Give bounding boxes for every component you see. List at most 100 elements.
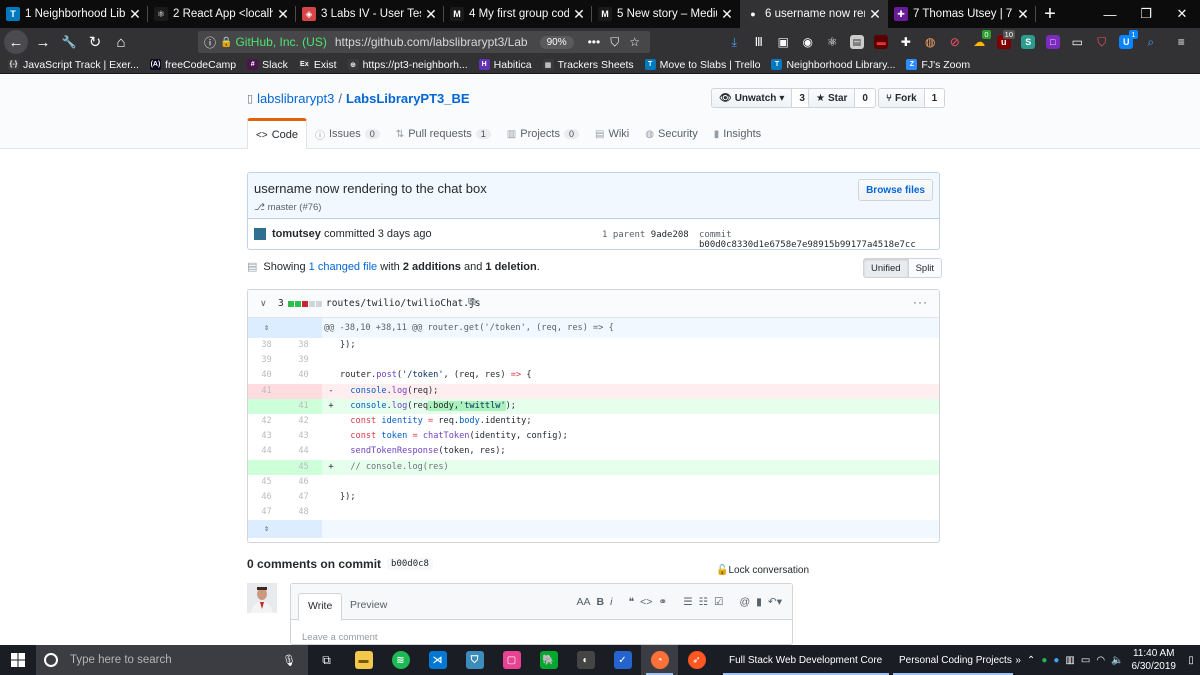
repo-tab-issues[interactable]: ⓘ Issues 0 xyxy=(307,119,388,149)
repo-tab-security[interactable]: ◍ Security xyxy=(637,119,705,149)
line-number-old[interactable]: 40 xyxy=(248,368,285,383)
bitwarden-button[interactable]: ⛉ xyxy=(456,645,493,675)
star-count[interactable]: 0 xyxy=(855,88,876,108)
sidebar-icon[interactable]: ▣ xyxy=(771,28,796,56)
clock[interactable]: 11:40 AM 6/30/2019 xyxy=(1126,647,1183,673)
line-number-new[interactable]: 48 xyxy=(285,505,322,520)
file-explorer-button[interactable]: ▬ xyxy=(345,645,382,675)
line-number-new[interactable]: 44 xyxy=(285,444,322,459)
evernote-button[interactable]: 🐘 xyxy=(530,645,567,675)
line-number-new[interactable]: 43 xyxy=(285,429,322,444)
search-icon[interactable]: ⌕ xyxy=(1139,28,1164,56)
line-number-new[interactable]: 38 xyxy=(285,338,322,353)
repo-tab-code[interactable]: <> Code xyxy=(247,118,307,149)
repo-tab-projects[interactable]: ▥ Projects 0 xyxy=(499,119,587,149)
start-button[interactable] xyxy=(0,645,36,675)
line-number-old[interactable]: 44 xyxy=(248,444,285,459)
restore-button[interactable]: ❐ xyxy=(1128,0,1164,28)
close-tab-icon[interactable]: ✕ xyxy=(868,6,882,23)
parent-sha-link[interactable]: 9ade208 xyxy=(651,230,689,240)
pocket-icon[interactable]: ⛉ xyxy=(610,35,619,50)
comment-textarea[interactable]: Leave a comment xyxy=(302,632,378,643)
extension-globe-icon[interactable]: ◍ xyxy=(918,28,943,56)
page-actions-icon[interactable]: ••• xyxy=(588,35,601,49)
repo-owner-link[interactable]: labslibrarypt3 xyxy=(257,91,334,106)
tray-app-icon[interactable]: ▥ xyxy=(1065,655,1074,666)
copy-path-icon[interactable]: ⧉ xyxy=(468,296,476,309)
spotify-button[interactable]: ≋ xyxy=(382,645,419,675)
line-number-new[interactable]: 39 xyxy=(285,353,322,368)
home-button[interactable]: ⌂ xyxy=(108,29,134,55)
close-tab-icon[interactable]: ✕ xyxy=(720,6,734,23)
taskbar-window-1[interactable]: Full Stack Web Development Core xyxy=(721,645,891,675)
firefox-button[interactable]: ◔ xyxy=(641,645,678,675)
bookmark-item[interactable]: Z FJ's Zoom xyxy=(906,59,970,71)
bookmark-item[interactable]: {-} JavaScript Track | Exer... xyxy=(8,59,139,71)
close-tab-icon[interactable]: ✕ xyxy=(1016,6,1030,23)
user-avatar[interactable] xyxy=(247,583,277,613)
star-button[interactable]: ★ Star xyxy=(808,88,856,108)
code-icon[interactable]: <> xyxy=(640,596,652,608)
network-tray-icon[interactable]: ● xyxy=(1053,655,1059,666)
close-window-button[interactable]: ✕ xyxy=(1164,0,1200,28)
bookmark-star-icon[interactable]: ☆ xyxy=(629,35,640,49)
branch-name[interactable]: master xyxy=(268,202,297,213)
battery-icon[interactable]: ▭ xyxy=(1081,655,1090,666)
spotify-tray-icon[interactable]: ● xyxy=(1041,655,1047,666)
line-number-new[interactable]: 40 xyxy=(285,368,322,383)
bookmark-item[interactable]: ▦ Trackers Sheets xyxy=(542,59,634,71)
bookmark-item[interactable]: Ex Exist xyxy=(298,59,337,71)
tasks-button[interactable]: ✓ xyxy=(604,645,641,675)
back-button[interactable]: ← xyxy=(4,30,28,54)
browser-tab[interactable]: ◈ 3 Labs IV - User Testing✕ xyxy=(296,0,444,28)
line-number-old[interactable]: 47 xyxy=(248,505,285,520)
task-view-button[interactable]: ⧉ xyxy=(308,645,345,675)
file-options-icon[interactable]: ··· xyxy=(913,295,928,309)
browser-tab[interactable]: M 4 My first group coding✕ xyxy=(444,0,592,28)
extension-react-icon[interactable]: ⚛ xyxy=(820,28,845,56)
saved-reply-bookmark-icon[interactable]: ▮ xyxy=(756,596,762,608)
taskbar-window-2[interactable]: Personal Coding Projects xyxy=(891,645,1015,675)
bookmark-item[interactable]: (A) freeCodeCamp xyxy=(149,59,236,71)
pink-app-button[interactable]: ▢ xyxy=(493,645,530,675)
extension-calendar-icon[interactable]: ▤ xyxy=(845,28,870,56)
header-text-icon[interactable]: AA xyxy=(577,596,591,608)
menu-icon[interactable]: ≡ xyxy=(1169,28,1194,56)
url-bar[interactable]: ⓘ 🔒 GitHub, Inc. (US) https://github.com… xyxy=(198,31,650,53)
unified-button[interactable]: Unified xyxy=(863,258,909,278)
site-identity[interactable]: GitHub, Inc. (US) xyxy=(235,35,326,49)
overflow-chevron-icon[interactable]: » xyxy=(1015,655,1021,666)
extension-shield-icon[interactable]: ⛉ xyxy=(1090,28,1115,56)
task-list-icon[interactable]: ☑ xyxy=(714,596,723,608)
info-icon[interactable]: ⓘ xyxy=(204,34,216,51)
close-tab-icon[interactable]: ✕ xyxy=(572,6,586,23)
extension-square-icon[interactable]: □ xyxy=(1041,28,1066,56)
extension-s-icon[interactable]: S xyxy=(1016,28,1041,56)
line-number-new[interactable]: 42 xyxy=(285,414,322,429)
write-tab[interactable]: Write xyxy=(298,593,343,621)
preview-tab[interactable]: Preview xyxy=(341,593,396,620)
browser-tab[interactable]: ✚ 7 Thomas Utsey | 7 Lamb✕ xyxy=(888,0,1036,28)
browser-tab[interactable]: ⚛ 2 React App <localhost✕ xyxy=(148,0,296,28)
extension-u-icon[interactable]: U1 xyxy=(1114,28,1139,56)
line-number-new[interactable]: 45 xyxy=(285,459,322,475)
library-icon[interactable]: Ⅲ xyxy=(747,28,772,56)
minimize-button[interactable]: — xyxy=(1092,0,1128,28)
line-number-old[interactable]: 45 xyxy=(248,475,285,490)
browser-tab[interactable]: T 1 Neighborhood Library✕ xyxy=(0,0,148,28)
line-number-old[interactable]: 43 xyxy=(248,429,285,444)
line-number-new[interactable]: 46 xyxy=(285,475,322,490)
taskbar-search[interactable]: Type here to search 🎙 xyxy=(36,645,308,675)
line-number-old[interactable]: 39 xyxy=(248,353,285,368)
compass-button[interactable]: ➶ xyxy=(678,645,715,675)
close-tab-icon[interactable]: ✕ xyxy=(128,6,142,23)
extension-red-icon[interactable]: ▬ xyxy=(869,28,894,56)
line-number-old[interactable]: 41 xyxy=(248,383,285,399)
extension-cross-icon[interactable]: ✚ xyxy=(894,28,919,56)
line-number-new[interactable]: 41 xyxy=(285,398,322,414)
new-tab-button[interactable]: + xyxy=(1036,0,1064,28)
reload-button[interactable]: ↻ xyxy=(82,29,108,55)
link-icon[interactable]: ⚭ xyxy=(658,596,667,608)
numbered-list-icon[interactable]: ☷ xyxy=(699,596,708,608)
close-tab-icon[interactable]: ✕ xyxy=(276,6,290,23)
